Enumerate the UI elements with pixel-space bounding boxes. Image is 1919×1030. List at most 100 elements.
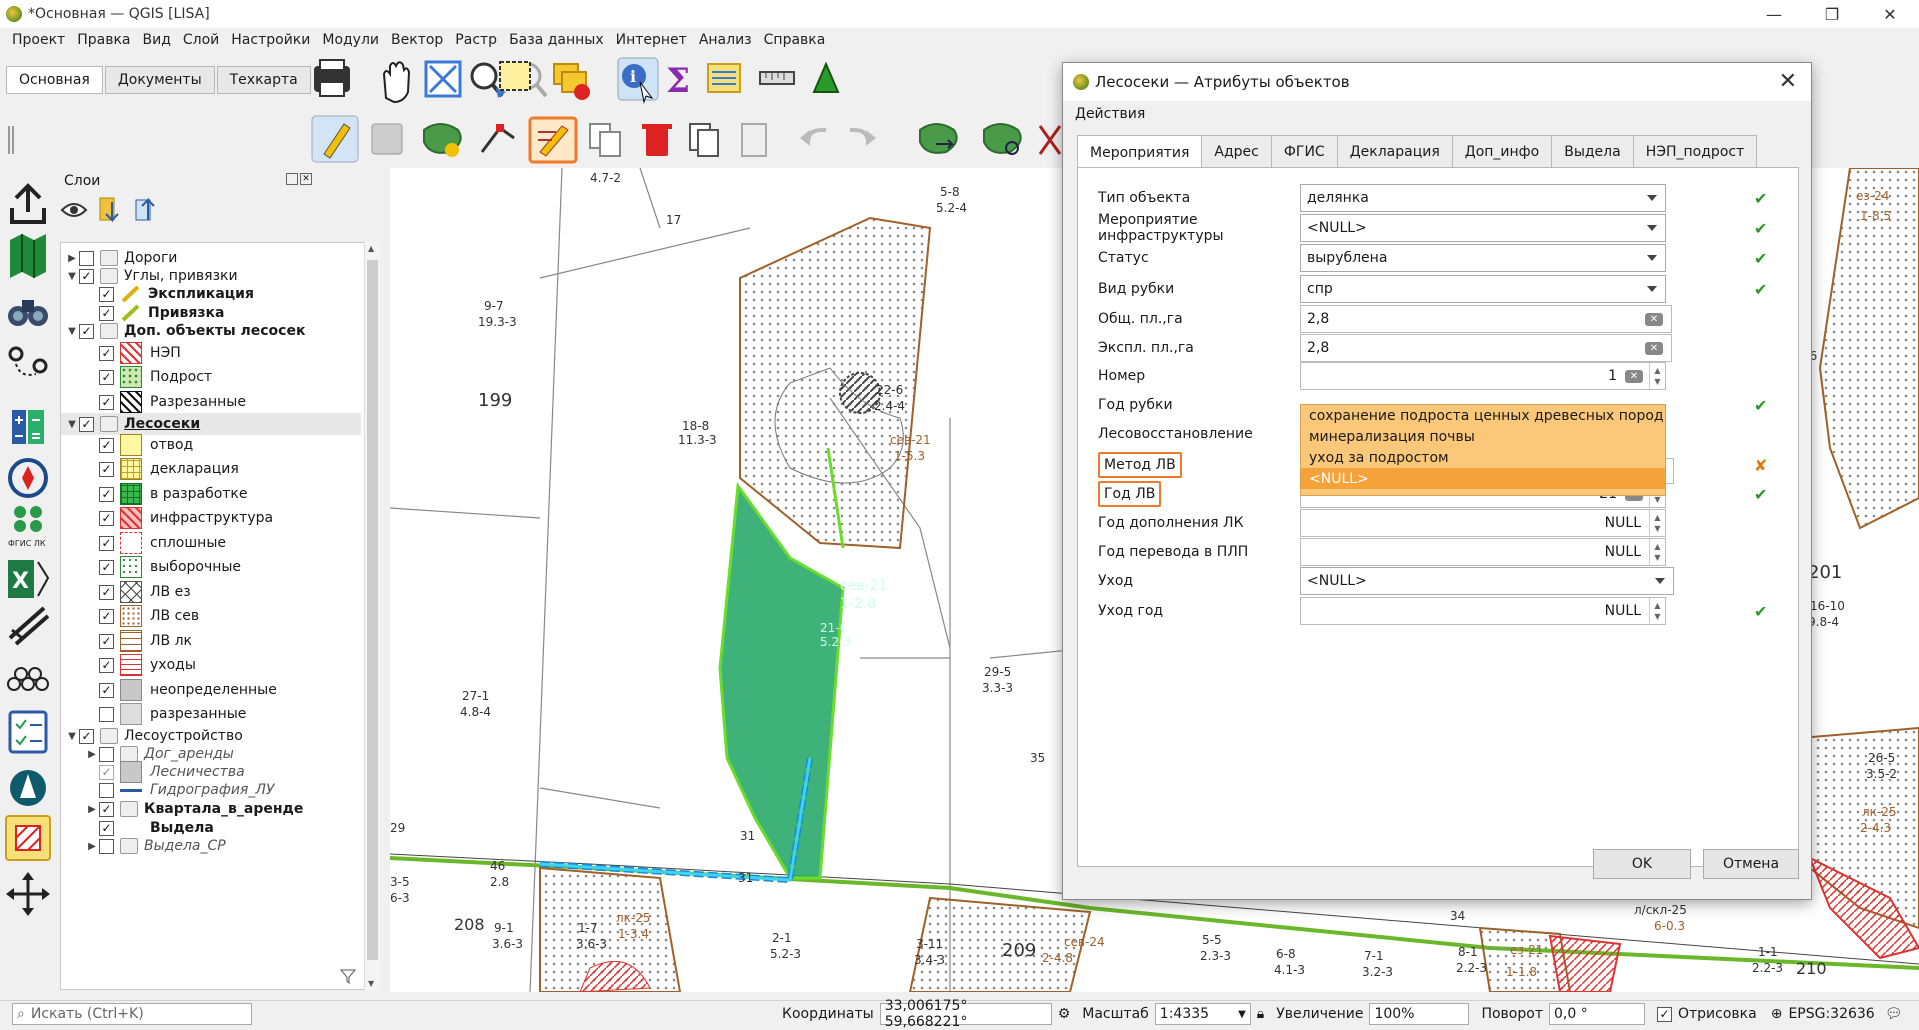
copy-icon[interactable] bbox=[689, 123, 719, 157]
move-arrows-icon[interactable] bbox=[6, 872, 50, 916]
dialog-actions-menu[interactable]: Действия bbox=[1063, 101, 1811, 127]
menu-item-11[interactable]: Справка bbox=[764, 32, 826, 48]
collapse-all-icon[interactable] bbox=[135, 197, 155, 221]
scale-combo[interactable]: 1:4335 ▼ bbox=[1154, 1003, 1251, 1025]
zoom-field[interactable]: 100% bbox=[1369, 1003, 1470, 1025]
layer-checkbox[interactable] bbox=[79, 250, 94, 266]
paste-icon[interactable] bbox=[741, 123, 767, 157]
statistics-sigma-icon[interactable]: Σ bbox=[666, 61, 690, 101]
layer-row-11[interactable]: ✓ в разработке bbox=[61, 483, 361, 505]
layer-checkbox[interactable]: ✓ bbox=[99, 510, 114, 526]
menu-item-10[interactable]: Анализ bbox=[699, 32, 752, 48]
dialog-tab-4[interactable]: Доп_инфо bbox=[1451, 135, 1553, 167]
caliper-icon[interactable] bbox=[8, 606, 50, 646]
checklist-icon[interactable] bbox=[8, 710, 48, 754]
layer-checkbox[interactable]: ✓ bbox=[79, 268, 94, 284]
expand-arrow-icon[interactable]: ▶ bbox=[65, 253, 79, 264]
toggle-edit-pencil-icon[interactable] bbox=[311, 115, 359, 163]
deselect-icon[interactable] bbox=[553, 63, 590, 100]
layer-checkbox[interactable]: ✓ bbox=[99, 801, 114, 817]
menu-item-5[interactable]: Модули bbox=[322, 32, 379, 48]
combo-field[interactable]: делянка bbox=[1300, 184, 1666, 212]
forest-compass-icon[interactable] bbox=[10, 770, 46, 806]
dropdown-option[interactable]: <NULL> bbox=[1301, 468, 1665, 489]
clear-icon[interactable]: ✕ bbox=[1645, 313, 1663, 326]
route-pin-icon[interactable] bbox=[8, 346, 48, 376]
clear-icon[interactable]: ✕ bbox=[1645, 342, 1663, 355]
close-button[interactable]: ✕ bbox=[1861, 0, 1919, 28]
layer-row-17[interactable]: ✓ ЛВ лк bbox=[61, 630, 361, 652]
compass-icon[interactable] bbox=[8, 458, 48, 498]
layer-row-13[interactable]: ✓ сплошные bbox=[61, 532, 361, 554]
layer-checkbox[interactable] bbox=[99, 706, 114, 722]
dialog-tab-5[interactable]: Выдела bbox=[1551, 135, 1634, 167]
layer-row-27[interactable]: ▶ Выдела_СР bbox=[61, 835, 361, 857]
add-feature-icon[interactable] bbox=[423, 123, 462, 157]
combo-field[interactable]: вырублена bbox=[1300, 244, 1666, 272]
coords-field[interactable]: 33,006175° 59,668221° bbox=[879, 998, 1052, 1030]
layer-checkbox[interactable] bbox=[99, 746, 114, 762]
menu-item-2[interactable]: Вид bbox=[143, 32, 171, 48]
layer-checkbox[interactable] bbox=[99, 838, 114, 854]
spinner-arrows-icon[interactable]: ▲▼ bbox=[1649, 510, 1665, 536]
layer-row-8[interactable]: ▼ ✓ Лесосеки bbox=[61, 413, 361, 435]
maximize-button[interactable]: ❐ bbox=[1803, 0, 1861, 28]
expand-arrow-icon[interactable]: ▼ bbox=[65, 419, 79, 430]
save-edits-icon[interactable] bbox=[371, 123, 403, 155]
combo-field[interactable]: спр bbox=[1300, 275, 1666, 303]
coords-toggle-icon[interactable]: ⚙ bbox=[1058, 1006, 1071, 1022]
layer-row-4[interactable]: ▼ ✓ Доп. объекты лесосек bbox=[61, 320, 361, 342]
locator-search-input[interactable]: ⌕ Искать (Ctrl+K) bbox=[12, 1003, 252, 1025]
layer-checkbox[interactable]: ✓ bbox=[99, 608, 114, 624]
layer-row-10[interactable]: ✓ декларация bbox=[61, 458, 361, 480]
ok-button[interactable]: OK bbox=[1593, 849, 1691, 879]
layer-checkbox[interactable]: ✓ bbox=[99, 820, 114, 836]
text-field[interactable]: 2,8 ✕ bbox=[1300, 305, 1672, 333]
logs-icon[interactable] bbox=[7, 667, 49, 691]
layer-row-16[interactable]: ✓ ЛВ сев bbox=[61, 605, 361, 627]
fgis-lk-icon[interactable]: ФГИС ЛК bbox=[8, 506, 46, 548]
dropdown-option[interactable]: сохранение подроста ценных древесных пор… bbox=[1301, 405, 1665, 426]
lesoseka-active-icon[interactable] bbox=[5, 815, 51, 861]
clear-icon[interactable]: ✕ bbox=[1625, 370, 1643, 383]
layer-checkbox[interactable]: ✓ bbox=[99, 345, 114, 361]
rotate-feature-icon[interactable] bbox=[983, 123, 1022, 155]
select-by-rect-icon[interactable] bbox=[499, 61, 531, 91]
expand-arrow-icon[interactable]: ▶ bbox=[85, 804, 99, 815]
layer-checkbox[interactable]: ✓ bbox=[99, 305, 114, 321]
filter-icon[interactable] bbox=[339, 968, 357, 985]
undo-icon[interactable] bbox=[800, 128, 826, 146]
layer-row-9[interactable]: ✓ отвод bbox=[61, 434, 361, 456]
crs-globe-icon[interactable]: ⊕ bbox=[1771, 1006, 1783, 1022]
layer-row-15[interactable]: ✓ ЛВ ез bbox=[61, 581, 361, 603]
layer-row-19[interactable]: ✓ неопределенные bbox=[61, 679, 361, 701]
spinner-arrows-icon[interactable]: ▲▼ bbox=[1649, 598, 1665, 624]
layer-tree-scroll-thumb[interactable] bbox=[367, 260, 378, 960]
split-feature-icon[interactable] bbox=[1038, 125, 1062, 155]
measure-ruler-icon[interactable] bbox=[759, 71, 795, 85]
combo-field[interactable]: <NULL> bbox=[1300, 214, 1666, 242]
layer-row-5[interactable]: ✓ НЭП bbox=[61, 342, 361, 364]
calculator-icon[interactable] bbox=[12, 410, 44, 444]
menu-item-1[interactable]: Правка bbox=[77, 32, 130, 48]
eye-icon[interactable] bbox=[60, 203, 88, 217]
minimize-button[interactable]: — bbox=[1745, 0, 1803, 28]
annotation-icon[interactable] bbox=[812, 61, 840, 93]
dialog-tab-6[interactable]: НЭП_подрост bbox=[1632, 135, 1758, 167]
layer-row-14[interactable]: ✓ выборочные bbox=[61, 556, 361, 578]
layer-checkbox[interactable]: ✓ bbox=[99, 559, 114, 575]
print-icon[interactable] bbox=[314, 59, 350, 97]
dialog-tab-1[interactable]: Адрес bbox=[1201, 135, 1272, 167]
move-feature-icon[interactable] bbox=[919, 123, 958, 154]
layer-row-18[interactable]: ✓ уходы bbox=[61, 654, 361, 676]
menu-item-3[interactable]: Слой bbox=[183, 32, 219, 48]
messages-icon[interactable]: 💬︎ bbox=[1885, 1006, 1903, 1022]
layer-checkbox[interactable]: ✓ bbox=[79, 416, 94, 432]
layer-row-12[interactable]: ✓ инфраструктура bbox=[61, 507, 361, 529]
pan-hand-icon[interactable] bbox=[382, 61, 411, 104]
dropdown-option[interactable]: минерализация почвы bbox=[1301, 426, 1665, 447]
expand-arrow-icon[interactable]: ▶ bbox=[85, 749, 99, 760]
layer-checkbox[interactable]: ✓ bbox=[99, 633, 114, 649]
spinner-arrows-icon[interactable]: ▲▼ bbox=[1649, 363, 1665, 389]
rotation-field[interactable]: 0,0 ° bbox=[1548, 1003, 1645, 1025]
